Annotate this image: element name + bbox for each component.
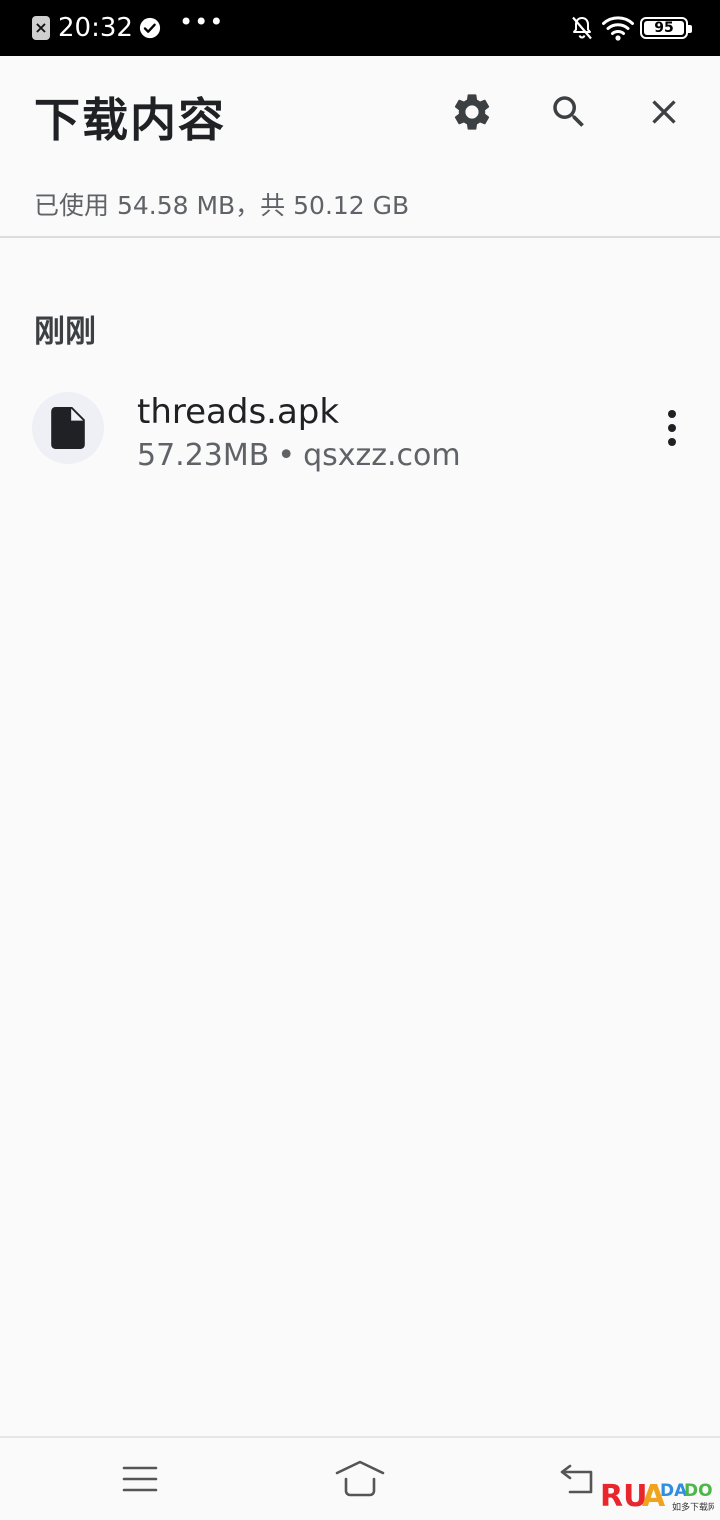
- app-notification-icon: ×: [32, 16, 50, 40]
- home-button[interactable]: [330, 1454, 390, 1504]
- watermark-logo: RU A DA DO 如多下载网: [600, 1479, 714, 1514]
- file-source: qsxzz.com: [303, 438, 461, 473]
- more-notifications-indicator: •••: [178, 8, 225, 36]
- app-header: 下载内容 已使用 54.58 MB，共 50.12 GB: [0, 56, 720, 236]
- file-name: threads.apk: [137, 392, 340, 432]
- close-button[interactable]: [632, 80, 696, 144]
- section-header-just-now: 刚刚: [34, 314, 96, 350]
- settings-button[interactable]: [440, 80, 504, 144]
- status-time: 20:32: [58, 13, 133, 43]
- battery-level: 95: [654, 20, 674, 36]
- page-title: 下载内容: [34, 93, 226, 147]
- settings-icon: [454, 94, 490, 130]
- file-icon: [51, 407, 85, 449]
- header-divider: [0, 236, 720, 238]
- svg-text:DO: DO: [684, 1481, 713, 1501]
- menu-icon: [122, 1466, 158, 1492]
- recent-apps-button[interactable]: [110, 1454, 170, 1504]
- check-circle-icon: [139, 17, 161, 39]
- file-icon-container: [32, 392, 104, 464]
- more-options-button[interactable]: [646, 400, 698, 456]
- file-size: 57.23MB: [137, 438, 270, 473]
- status-bar: × 20:32 ••• 95: [0, 0, 720, 56]
- status-right: 95: [570, 12, 692, 44]
- back-icon: [560, 1464, 593, 1494]
- battery-icon: 95: [640, 17, 692, 39]
- search-icon: [553, 96, 584, 127]
- close-icon: [652, 100, 676, 124]
- svg-text:RU: RU: [600, 1479, 647, 1514]
- home-icon: [335, 1460, 385, 1497]
- wifi-icon: [602, 16, 634, 41]
- file-meta: 57.23MB • qsxzz.com: [137, 438, 461, 473]
- svg-text:如多下载网: 如多下载网: [672, 1501, 714, 1513]
- search-button[interactable]: [537, 80, 601, 144]
- storage-usage-text: 已使用 54.58 MB，共 50.12 GB: [34, 191, 410, 220]
- bell-off-icon: [572, 16, 592, 40]
- meta-separator: •: [277, 438, 296, 473]
- download-item[interactable]: threads.apk 57.23MB • qsxzz.com: [0, 378, 720, 488]
- status-left: × 20:32 •••: [32, 8, 224, 44]
- more-vert-icon: [668, 410, 676, 446]
